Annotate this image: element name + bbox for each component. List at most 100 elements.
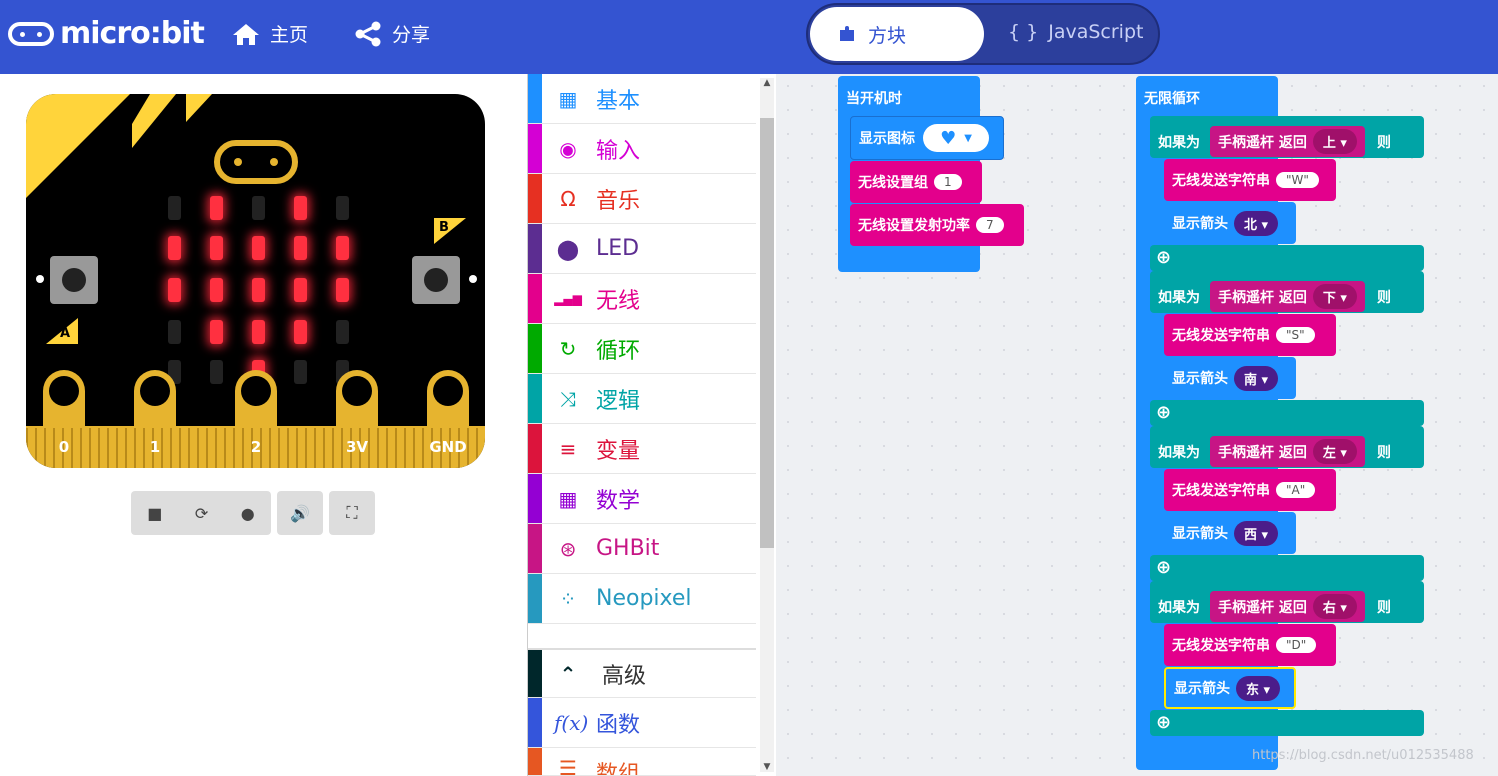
sim-controls: ■ ⟳ ● <box>131 491 271 535</box>
category-label: 逻辑 <box>596 388 641 414</box>
show-arrow-block[interactable]: 显示箭头南 ▾ <box>1164 357 1296 399</box>
category-变量[interactable]: ≡ 变量 <box>528 424 756 474</box>
if-block-footer: ⊕ <box>1150 245 1424 271</box>
radio-send-string-block[interactable]: 无线发送字符串 "S" <box>1164 314 1336 356</box>
stop-icon[interactable]: ■ <box>147 504 162 523</box>
category-color-bar <box>528 274 542 323</box>
arrow-direction-dropdown[interactable]: 东 ▾ <box>1236 675 1281 701</box>
scroll-up-icon[interactable]: ▲ <box>760 78 774 88</box>
loop-icon: ↻ <box>559 336 577 361</box>
add-else-icon[interactable]: ⊕ <box>1156 402 1171 423</box>
group-value-input[interactable]: 1 <box>934 174 962 190</box>
tab-javascript[interactable]: { } JavaScript <box>1008 21 1143 43</box>
radio-send-string-block[interactable]: 无线发送字符串 "D" <box>1164 624 1336 666</box>
direction-dropdown[interactable]: 下 ▾ <box>1312 284 1357 309</box>
arrow-direction-dropdown[interactable]: 北 ▾ <box>1234 210 1279 236</box>
condition-label: 手柄遥杆 返回 <box>1218 134 1307 151</box>
category-color-bar <box>528 124 542 173</box>
add-else-icon[interactable]: ⊕ <box>1156 557 1171 578</box>
category-functions[interactable]: f(x) 函数 <box>528 698 756 748</box>
string-value-input[interactable]: "A" <box>1276 482 1316 498</box>
puzzle-icon <box>840 26 854 41</box>
direction-dropdown[interactable]: 上 ▾ <box>1312 129 1357 154</box>
category-数学[interactable]: ▦ 数学 <box>528 474 756 524</box>
blocks-workspace[interactable]: 当开机时 显示图标 ♥ ▼ 无线设置组 1 无线设置发射功率 7 无限循环 如果为… <box>776 74 1498 776</box>
microbit-board: A B 0 1 2 3V GND <box>26 94 485 468</box>
joystick-condition[interactable]: 手柄遥杆 返回下 ▾ <box>1210 281 1365 312</box>
category-color-bar <box>528 74 542 123</box>
pin-3v[interactable] <box>336 370 378 426</box>
radio-set-group-block[interactable]: 无线设置组 1 <box>850 161 982 203</box>
pin-gnd[interactable] <box>427 370 469 426</box>
radio-send-string-block[interactable]: 无线发送字符串 "A" <box>1164 469 1336 511</box>
home-button[interactable]: 主页 <box>232 20 308 47</box>
show-arrow-label: 显示箭头 <box>1174 681 1230 697</box>
restart-icon[interactable]: ⟳ <box>195 504 208 523</box>
microbit-logo[interactable]: micro:bit <box>8 16 205 51</box>
led-pixel <box>168 320 181 344</box>
toolbox-scrollbar[interactable]: ▲ ▼ <box>760 78 774 772</box>
direction-dropdown[interactable]: 左 ▾ <box>1312 439 1357 464</box>
add-else-icon[interactable]: ⊕ <box>1156 712 1171 733</box>
if-label: 如果为 <box>1158 599 1200 616</box>
add-else-icon[interactable]: ⊕ <box>1156 247 1171 268</box>
show-arrow-block[interactable]: 显示箭头西 ▾ <box>1164 512 1296 554</box>
ring-icon: ⁘ <box>559 586 577 611</box>
string-value-input[interactable]: "D" <box>1276 637 1317 653</box>
button-a[interactable] <box>50 256 98 304</box>
radio-send-string-block[interactable]: 无线发送字符串 "W" <box>1164 159 1336 201</box>
joystick-condition[interactable]: 手柄遥杆 返回右 ▾ <box>1210 591 1365 622</box>
microbit-logo-icon <box>8 21 54 46</box>
icon-picker-dropdown[interactable]: ♥ ▼ <box>923 124 989 152</box>
category-基本[interactable]: ▦ 基本 <box>528 74 756 124</box>
category-advanced[interactable]: ⌃ 高级 <box>528 648 756 698</box>
arrow-direction-dropdown[interactable]: 西 ▾ <box>1234 520 1279 546</box>
category-arrays[interactable]: ☰ 数组 <box>528 748 756 776</box>
category-color-bar <box>528 474 542 523</box>
category-无线[interactable]: ▂▄▆ 无线 <box>528 274 756 324</box>
category-label: 音乐 <box>596 188 641 214</box>
simulator-panel: A B 0 1 2 3V GND ■ ⟳ ● 🔊 ⛶ <box>0 74 527 776</box>
if-label: 如果为 <box>1158 289 1200 306</box>
direction-dropdown[interactable]: 右 ▾ <box>1312 594 1357 619</box>
edge-connector-stripe <box>323 428 325 468</box>
category-逻辑[interactable]: ⤨ 逻辑 <box>528 374 756 424</box>
led-pixel <box>210 360 223 384</box>
category-循环[interactable]: ↻ 循环 <box>528 324 756 374</box>
joystick-condition[interactable]: 手柄遥杆 返回上 ▾ <box>1210 126 1365 157</box>
show-arrow-block[interactable]: 显示箭头东 ▾ <box>1164 667 1296 709</box>
arrow-direction-dropdown[interactable]: 南 ▾ <box>1234 365 1279 391</box>
pin-1[interactable] <box>134 370 176 426</box>
slow-icon[interactable]: ● <box>241 504 255 523</box>
category-led[interactable]: ⬤ LED <box>528 224 756 274</box>
category-ghbit[interactable]: ⊛ GHBit <box>528 524 756 574</box>
shuffle-icon: ⤨ <box>560 386 576 411</box>
button-b[interactable] <box>412 256 460 304</box>
if-label: 如果为 <box>1158 444 1200 461</box>
dropdown-arrow-icon: ▼ <box>964 132 972 144</box>
category-音乐[interactable]: Ω 音乐 <box>528 174 756 224</box>
share-button[interactable]: 分享 <box>354 20 430 47</box>
chevron-up-icon: ⌃ <box>559 661 577 686</box>
tab-blocks[interactable]: 方块 <box>810 7 984 61</box>
radio-set-power-block[interactable]: 无线设置发射功率 7 <box>850 204 1024 246</box>
if-row: 如果为 手柄遥杆 返回右 ▾ 则 <box>1158 591 1420 622</box>
joystick-condition[interactable]: 手柄遥杆 返回左 ▾ <box>1210 436 1365 467</box>
category-label: 无线 <box>596 288 641 314</box>
show-arrow-block[interactable]: 显示箭头北 ▾ <box>1164 202 1296 244</box>
led-pixel <box>336 320 349 344</box>
category-输入[interactable]: ◉ 输入 <box>528 124 756 174</box>
sound-button[interactable]: 🔊 <box>277 491 323 535</box>
power-value-input[interactable]: 7 <box>976 217 1004 233</box>
logo-touch-pad[interactable] <box>214 140 298 184</box>
scrollbar-thumb[interactable] <box>760 118 774 548</box>
string-value-input[interactable]: "S" <box>1276 327 1315 343</box>
pin-0[interactable] <box>43 370 85 426</box>
string-value-input[interactable]: "W" <box>1276 172 1319 188</box>
pin-2[interactable] <box>235 370 277 426</box>
category-color-bar <box>528 748 542 775</box>
fullscreen-button[interactable]: ⛶ <box>329 491 375 535</box>
show-icon-block[interactable]: 显示图标 ♥ ▼ <box>850 116 1004 160</box>
category-neopixel[interactable]: ⁘ Neopixel <box>528 574 756 624</box>
scroll-down-icon[interactable]: ▼ <box>760 762 774 772</box>
